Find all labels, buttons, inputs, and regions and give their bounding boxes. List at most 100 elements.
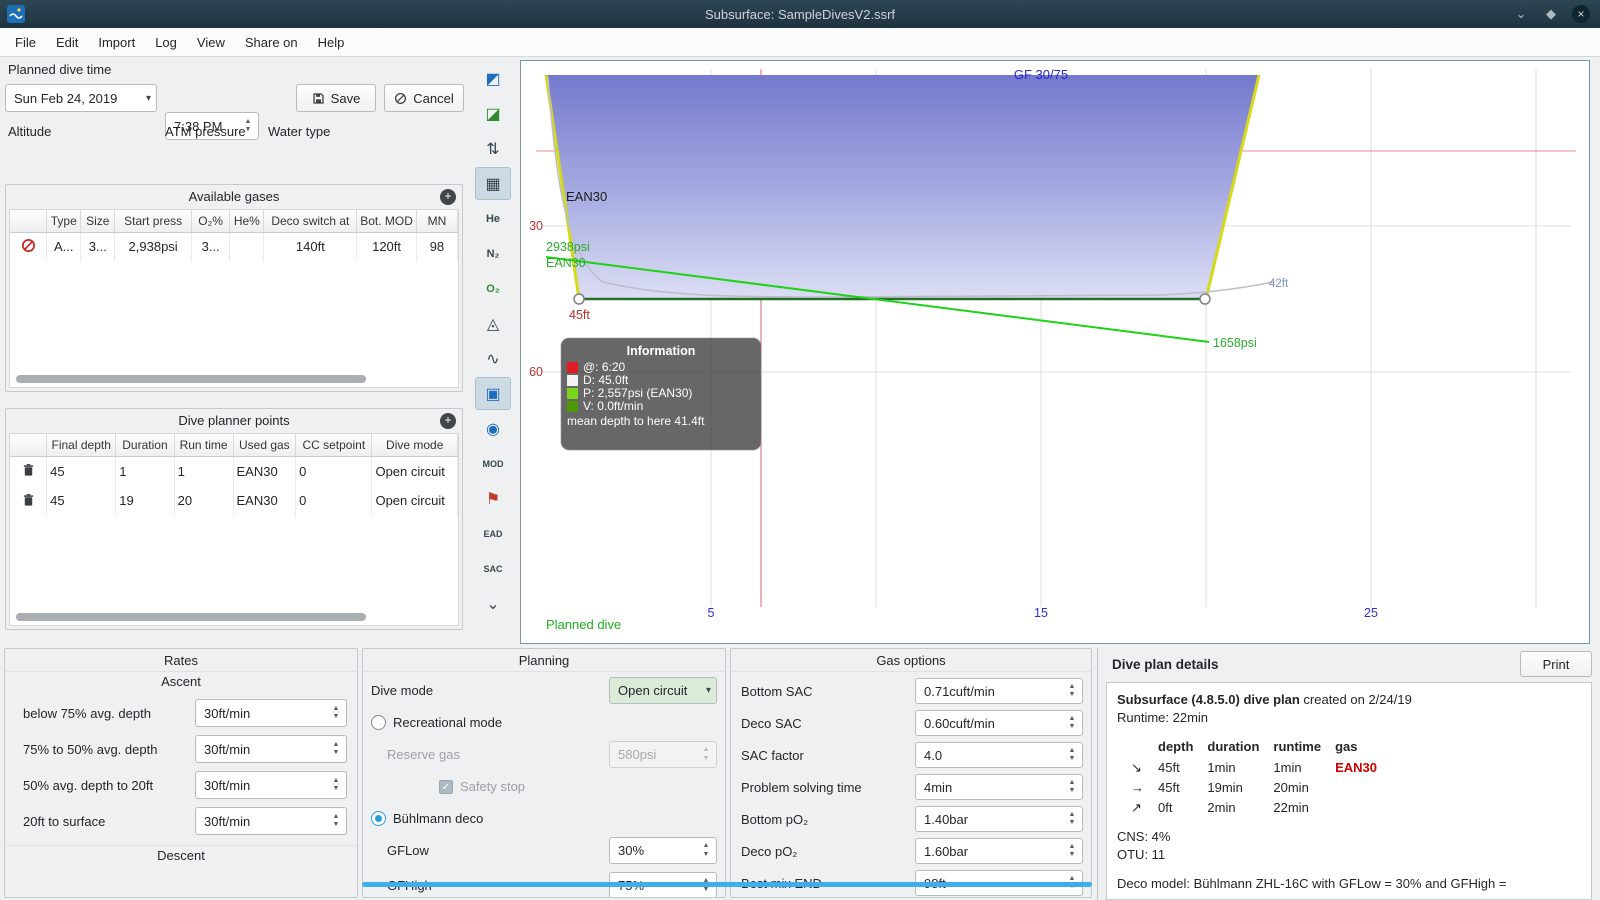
n2-icon[interactable]: N₂ xyxy=(475,237,511,270)
window-title: Subsurface: SampleDivesV2.ssrf xyxy=(704,6,896,22)
remove-gas-icon[interactable] xyxy=(21,238,36,253)
points-hscrollbar[interactable] xyxy=(16,613,366,621)
spinner-arrows-icon[interactable]: ▲▼ xyxy=(699,838,713,863)
he-icon[interactable]: He xyxy=(475,202,511,235)
po2-graph-icon[interactable]: ◩ xyxy=(475,62,511,95)
descent-title: Descent xyxy=(157,848,205,863)
gas-row: A... 3... 2,938psi 3... 140ft 120ft 98 xyxy=(10,232,458,261)
problem-solving-time-spinner[interactable]: 4min ▲ ▼ xyxy=(915,774,1083,800)
reserve-gas-label: Reserve gas xyxy=(387,747,460,762)
dive-plan-text: Subsurface (4.8.5.0) dive plan created o… xyxy=(1106,682,1592,900)
spinner-arrows-icon[interactable]: ▲▼ xyxy=(329,772,343,798)
menu-log[interactable]: Log xyxy=(145,30,187,55)
profile-handle-right[interactable] xyxy=(1199,293,1211,305)
ascent-arrow-icon: ↗ xyxy=(1131,799,1142,815)
deco-sac-spinner[interactable]: 0.60cuft/min ▲ ▼ xyxy=(915,710,1083,736)
gflow-label: GFLow xyxy=(387,843,429,858)
grid-icon[interactable]: ▦ xyxy=(475,167,511,200)
rate-row: below 75% avg. depth 30ft/min ▲ ▼ xyxy=(23,699,347,727)
menu-view[interactable]: View xyxy=(187,30,235,55)
ascent-rate-75-spinner[interactable]: 30ft/min ▲ ▼ xyxy=(195,699,347,727)
o2-icon[interactable]: O₂ xyxy=(475,272,511,305)
gases-hscrollbar[interactable] xyxy=(16,375,366,383)
planning-panel: Planning Dive mode Open circuit ▾ Recreat… xyxy=(362,648,726,898)
pn2-graph-icon[interactable]: ◪ xyxy=(475,97,511,130)
altitude-label: Altitude xyxy=(8,124,52,139)
plan-table: depth duration runtime gas ↘ 45ft 1min 1… xyxy=(1131,737,1391,818)
spinner-arrows-icon[interactable]: ▲▼ xyxy=(329,808,343,834)
ascent-rate-50-spinner[interactable]: 30ft/min ▲ ▼ xyxy=(195,735,347,763)
ascent-rate-stops-spinner[interactable]: 30ft/min ▲ ▼ xyxy=(195,771,347,799)
dive-plan-details-panel: Dive plan details Print Subsurface (4.8.… xyxy=(1102,648,1596,900)
safety-stop-checkbox: ✓ xyxy=(439,779,453,794)
profile-handle-left[interactable] xyxy=(573,293,585,305)
planned-dive-time-label: Planned dive time xyxy=(8,62,112,77)
deco-po2-spinner[interactable]: 1.60bar ▲ ▼ xyxy=(915,838,1083,864)
sac-factor-spinner[interactable]: 4.0 ▲ ▼ xyxy=(915,742,1083,768)
water-type-label: Water type xyxy=(268,124,331,139)
spinner-arrows-icon[interactable]: ▲▼ xyxy=(1065,839,1079,863)
air-icon[interactable]: ◬ xyxy=(475,307,511,340)
mod-icon[interactable]: MOD xyxy=(475,447,511,480)
photos-icon[interactable]: ▣ xyxy=(475,377,511,410)
bottom-po2-spinner[interactable]: 1.40bar ▲ ▼ xyxy=(915,806,1083,832)
menu-file[interactable]: File xyxy=(5,30,46,55)
dive-mode-combo[interactable]: Open circuit ▾ xyxy=(609,677,717,704)
spinner-arrows-icon[interactable]: ▲▼ xyxy=(329,700,343,726)
menu-share-on[interactable]: Share on xyxy=(235,30,308,55)
heart-rate-icon[interactable]: ∿ xyxy=(475,342,511,375)
menu-import[interactable]: Import xyxy=(88,30,145,55)
app-icon xyxy=(7,5,25,23)
splitter-handle[interactable] xyxy=(1097,648,1098,900)
save-button[interactable]: Save xyxy=(296,84,376,112)
svg-text:V: 0.0ft/min: V: 0.0ft/min xyxy=(583,399,643,413)
spinner-arrows-icon[interactable]: ▲▼ xyxy=(1065,679,1079,703)
scroll-down-icon[interactable]: ⌄ xyxy=(475,587,511,620)
gas-options-title: Gas options xyxy=(731,649,1091,672)
delete-point-icon[interactable] xyxy=(22,493,35,507)
cns-value: CNS: 4% xyxy=(1117,829,1171,845)
diver-icon[interactable]: ⚑ xyxy=(475,482,511,515)
bottom-sac-spinner[interactable]: 0.71cuft/min ▲ ▼ xyxy=(915,678,1083,704)
recreational-mode-radio[interactable] xyxy=(371,715,386,730)
delete-point-icon[interactable] xyxy=(22,463,35,477)
gas-label-left: EAN30 xyxy=(546,256,586,270)
print-button[interactable]: Print xyxy=(1520,651,1592,677)
spinner-arrows-icon[interactable]: ▲▼ xyxy=(1065,711,1079,735)
spinner-arrows-icon[interactable]: ▲▼ xyxy=(1065,807,1079,831)
planned-dive-label: Planned dive xyxy=(546,617,621,632)
dive-profile-chart[interactable]: GF 30/75 EAN30 2938psi EAN30 45ft 42ft 1… xyxy=(520,60,1590,644)
tissues-icon[interactable]: ◉ xyxy=(475,412,511,445)
reserve-gas-spinner: 580psi ▲ ▼ xyxy=(609,741,717,768)
add-gas-button[interactable]: + xyxy=(440,189,456,205)
buhlmann-deco-radio[interactable] xyxy=(371,811,386,826)
point-row: 45 19 20 EAN30 0 Open circuit xyxy=(10,486,458,517)
spinner-arrows-icon[interactable]: ▲▼ xyxy=(329,736,343,762)
col-used-gas: Used gas xyxy=(233,434,297,457)
close-icon[interactable]: × xyxy=(1572,5,1590,23)
add-point-button[interactable]: + xyxy=(440,413,456,429)
rate-row: 20ft to surface 30ft/min ▲ ▼ xyxy=(23,807,347,835)
col-he: He% xyxy=(229,210,265,233)
col-type: Type xyxy=(46,210,82,233)
maximize-icon[interactable]: ◆ xyxy=(1542,5,1560,23)
planning-title: Planning xyxy=(363,649,725,672)
menu-edit[interactable]: Edit xyxy=(46,30,88,55)
available-gases-group: Available gases + Type Size Start press … xyxy=(5,184,463,392)
sac-icon[interactable]: SAC xyxy=(475,552,511,585)
ead-icon[interactable]: EAD xyxy=(475,517,511,550)
dive-plan-details-title: Dive plan details xyxy=(1112,656,1219,672)
menu-help[interactable]: Help xyxy=(308,30,355,55)
gflow-spinner[interactable]: 30% ▲ ▼ xyxy=(609,837,717,864)
plan-row: ↘ 45ft 1min 1min EAN30 xyxy=(1131,758,1391,778)
scale-icon[interactable]: ⇅ xyxy=(475,132,511,165)
ascent-rate-surface-spinner[interactable]: 30ft/min ▲ ▼ xyxy=(195,807,347,835)
spinner-arrows-icon[interactable]: ▲▼ xyxy=(1065,743,1079,767)
cancel-button[interactable]: Cancel xyxy=(384,84,464,112)
gf-label: GF 30/75 xyxy=(1014,67,1068,82)
settings-hscrollbar[interactable] xyxy=(362,882,1092,887)
dive-date-combo[interactable]: Sun Feb 24, 2019 ▾ xyxy=(5,84,157,112)
available-gases-title: Available gases xyxy=(188,189,280,204)
spinner-arrows-icon[interactable]: ▲▼ xyxy=(1065,775,1079,799)
minimize-icon[interactable]: ⌄ xyxy=(1512,5,1530,23)
